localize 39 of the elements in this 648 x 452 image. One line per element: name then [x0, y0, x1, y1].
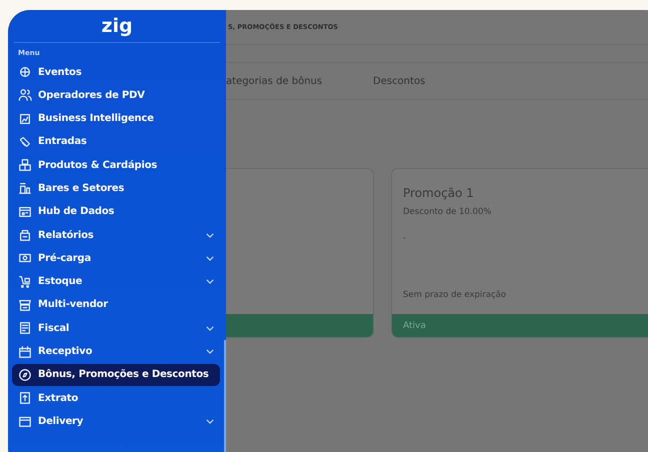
chevron-down-icon[interactable]	[206, 418, 214, 424]
chevron-down-icon[interactable]	[206, 232, 214, 238]
chevron-down-icon[interactable]	[206, 279, 214, 284]
logo: zig	[101, 14, 133, 39]
expiry-text: Sem prazo de expiração	[403, 290, 508, 300]
store-icon	[18, 298, 32, 312]
menu-item[interactable]: Extrato	[12, 387, 220, 410]
chevron-down-icon[interactable]	[206, 326, 214, 331]
menu-item[interactable]: Bônus, Promoções e Descontos	[12, 364, 220, 386]
menu-item[interactable]: Operadores de PDV	[12, 84, 220, 106]
chevron-down-icon[interactable]	[206, 256, 214, 261]
status-label: Ativa	[403, 320, 426, 330]
menu-item[interactable]: Hub de Dados	[12, 200, 220, 223]
calendar-icon	[18, 344, 32, 359]
menu-item[interactable]: Estoque	[12, 270, 220, 293]
menu-item[interactable]: Multi-vendor	[12, 294, 220, 316]
menu-item[interactable]: Relatórios	[12, 224, 220, 246]
card-description: Desconto de 10.00%	[403, 207, 492, 217]
scrollbar[interactable]	[224, 340, 226, 452]
menu-item[interactable]: Fiscal	[12, 317, 220, 340]
boxes-icon	[18, 158, 32, 172]
compass-icon	[18, 368, 32, 382]
cart-icon	[18, 274, 32, 289]
menu-item[interactable]: Pré-carga	[12, 247, 220, 270]
card-title: Promoção 1	[403, 186, 475, 202]
chevron-down-icon[interactable]	[206, 349, 214, 354]
menu-item[interactable]: Business Intelligence	[12, 108, 220, 130]
document-icon	[18, 321, 32, 336]
menu-item[interactable]: Produtos & Cardápios	[12, 154, 220, 176]
menu-item[interactable]: Bares e Setores	[12, 177, 220, 200]
chart-icon	[18, 112, 32, 126]
menu-item[interactable]: Delivery	[12, 410, 220, 432]
bar-icon	[18, 181, 32, 196]
menu-item[interactable]: Receptivo	[12, 340, 220, 363]
menu-item[interactable]: Entradas	[12, 130, 220, 153]
card-note: -	[403, 233, 407, 242]
globe-icon	[18, 65, 32, 79]
people-icon	[18, 88, 32, 102]
menu-item[interactable]: Eventos	[12, 61, 220, 83]
